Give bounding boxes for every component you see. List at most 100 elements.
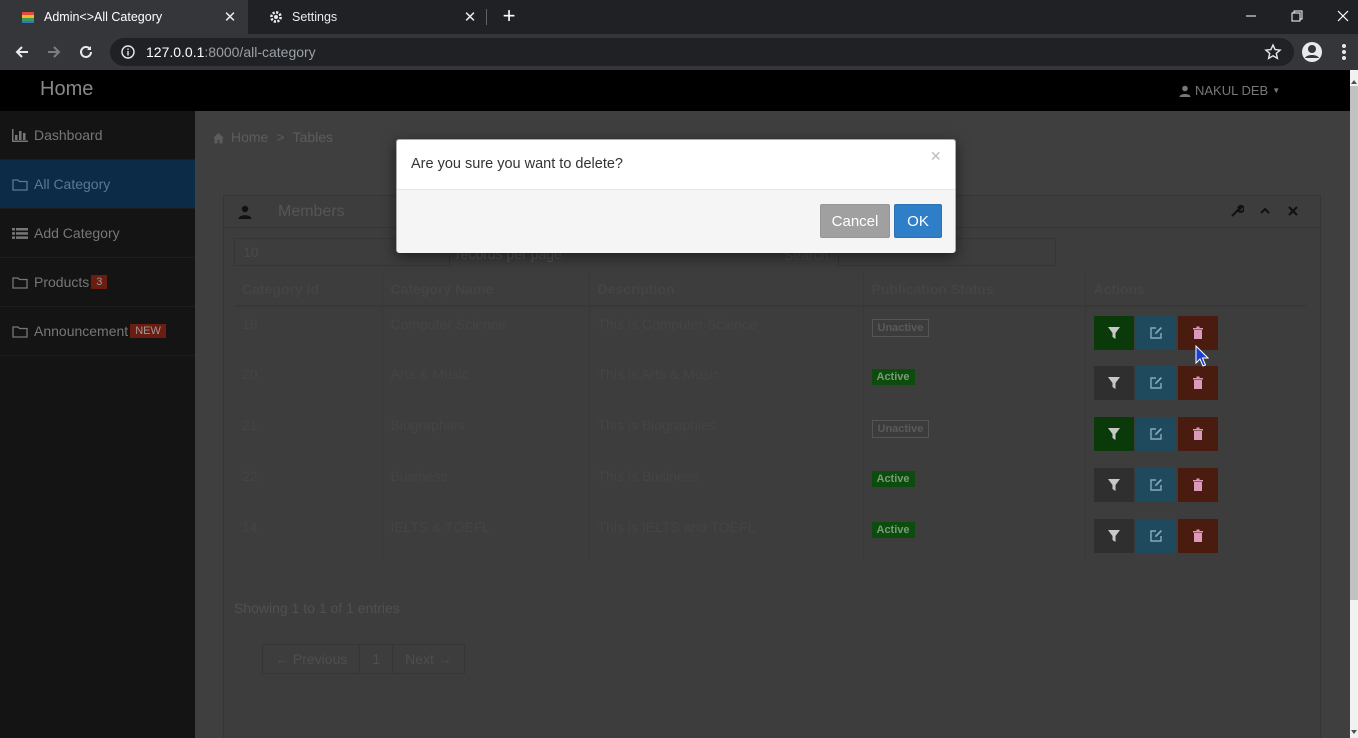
books-favicon-icon bbox=[20, 9, 36, 25]
sidebar: Dashboard All Category Add Category Prod… bbox=[0, 111, 195, 738]
scrollbar-thumb[interactable] bbox=[1350, 86, 1358, 600]
close-icon[interactable]: ✕ bbox=[462, 9, 478, 26]
edit-button[interactable] bbox=[1135, 519, 1176, 553]
back-arrow-icon[interactable] bbox=[10, 40, 34, 64]
category-id-cell: 14 bbox=[234, 510, 383, 561]
status-cell: Unactive bbox=[863, 306, 1086, 357]
sidebar-item-label: Add Category bbox=[34, 225, 120, 241]
toggle-status-button[interactable] bbox=[1093, 316, 1134, 350]
delete-button[interactable] bbox=[1177, 519, 1218, 553]
toggle-status-button[interactable] bbox=[1093, 366, 1134, 400]
status-cell: Active bbox=[863, 357, 1086, 408]
category-name-cell: Computer Science bbox=[382, 306, 590, 357]
tab-divider bbox=[486, 9, 487, 25]
pagination: ← Previous 1 Next → bbox=[262, 644, 465, 674]
breadcrumb-home-link[interactable]: Home bbox=[231, 129, 268, 145]
table-row: 22 Business This is Business Active bbox=[234, 459, 1306, 510]
toggle-status-button[interactable] bbox=[1093, 468, 1134, 502]
delete-button[interactable] bbox=[1177, 366, 1218, 400]
edit-button[interactable] bbox=[1135, 316, 1176, 350]
browser-toolbar: 127.0.0.1:8000/all-category bbox=[0, 34, 1358, 70]
minimize-icon[interactable] bbox=[1228, 0, 1274, 32]
count-badge: 3 bbox=[91, 275, 108, 289]
description-cell: This is Biographies bbox=[589, 408, 864, 459]
bookmark-star-icon[interactable] bbox=[1264, 43, 1282, 61]
previous-page-button[interactable]: ← Previous bbox=[263, 645, 361, 673]
scroll-up-arrow-icon[interactable] bbox=[1350, 74, 1358, 84]
caret-down-icon: ▼ bbox=[1272, 86, 1281, 95]
scroll-down-arrow-icon[interactable] bbox=[1350, 724, 1358, 734]
user-name: NAKUL DEB bbox=[1195, 83, 1269, 98]
sidebar-item-label: Products bbox=[34, 274, 90, 290]
kebab-menu-icon[interactable] bbox=[1334, 40, 1354, 64]
info-icon[interactable] bbox=[120, 44, 136, 60]
category-name-cell: Business bbox=[382, 459, 590, 510]
tab-settings[interactable]: Settings ✕ bbox=[248, 0, 488, 34]
sidebar-item-announcement[interactable]: Announcement NEW bbox=[0, 307, 195, 356]
description-cell: This is Arts & Music bbox=[589, 357, 864, 408]
column-header[interactable]: Publication Status bbox=[863, 272, 1086, 307]
wrench-icon[interactable] bbox=[1230, 204, 1246, 220]
close-icon[interactable]: ✕ bbox=[222, 9, 238, 26]
category-name-cell: Biographies bbox=[382, 408, 590, 459]
category-id-cell: 19 bbox=[234, 306, 383, 357]
category-id-cell: 20 bbox=[234, 357, 383, 408]
gear-icon bbox=[268, 9, 284, 25]
column-header[interactable]: Actions bbox=[1085, 272, 1306, 307]
sidebar-item-dashboard[interactable]: Dashboard bbox=[0, 111, 195, 160]
sidebar-item-label: Announcement bbox=[34, 323, 129, 339]
profile-avatar-icon[interactable] bbox=[1300, 40, 1324, 64]
user-icon bbox=[1179, 85, 1191, 97]
sidebar-item-add-category[interactable]: Add Category bbox=[0, 209, 195, 258]
breadcrumb-current: Tables bbox=[292, 129, 334, 145]
folder-icon bbox=[12, 275, 30, 289]
edit-button[interactable] bbox=[1135, 366, 1176, 400]
delete-button[interactable] bbox=[1177, 417, 1218, 451]
status-cell: Active bbox=[863, 459, 1086, 510]
forward-arrow-icon[interactable] bbox=[42, 40, 66, 64]
dialog-close-icon[interactable]: × bbox=[930, 146, 941, 167]
toggle-status-button[interactable] bbox=[1093, 519, 1134, 553]
toggle-status-button[interactable] bbox=[1093, 417, 1134, 451]
column-header[interactable]: Category Id bbox=[234, 272, 383, 307]
brand-home-link[interactable]: Home bbox=[40, 78, 93, 101]
status-badge: Unactive bbox=[871, 319, 930, 337]
column-header[interactable]: Category Name bbox=[382, 272, 590, 307]
chevron-up-icon[interactable] bbox=[1258, 204, 1274, 220]
column-header[interactable]: Description bbox=[589, 272, 864, 307]
box-title: Members bbox=[278, 203, 345, 220]
close-icon[interactable] bbox=[1286, 204, 1302, 220]
category-name-cell: Arts & Music bbox=[382, 357, 590, 408]
status-cell: Active bbox=[863, 510, 1086, 561]
ok-button[interactable]: OK bbox=[894, 204, 942, 238]
new-tab-plus-icon[interactable]: + bbox=[497, 5, 521, 29]
bar-chart-icon bbox=[12, 128, 30, 142]
edit-button[interactable] bbox=[1135, 468, 1176, 502]
user-menu[interactable]: NAKUL DEB ▼ bbox=[1179, 83, 1280, 98]
table-row: 19 Computer Science This is Computer Scien… bbox=[234, 306, 1306, 357]
window-close-icon[interactable] bbox=[1320, 0, 1358, 32]
folder-icon bbox=[12, 177, 30, 191]
tab-admin-all-category[interactable]: Admin<>All Category ✕ bbox=[0, 0, 248, 34]
page-number-button[interactable]: 1 bbox=[360, 645, 394, 673]
next-page-button[interactable]: Next → bbox=[393, 645, 464, 673]
sidebar-item-products[interactable]: Products 3 bbox=[0, 258, 195, 307]
sidebar-item-all-category[interactable]: All Category bbox=[0, 160, 195, 209]
edit-button[interactable] bbox=[1135, 417, 1176, 451]
breadcrumb-separator: > bbox=[276, 129, 285, 145]
address-bar[interactable]: 127.0.0.1:8000/all-category bbox=[110, 38, 1294, 66]
delete-button[interactable] bbox=[1177, 468, 1218, 502]
category-id-cell: 21 bbox=[234, 408, 383, 459]
cancel-button[interactable]: Cancel bbox=[820, 204, 890, 238]
actions-cell bbox=[1085, 459, 1306, 510]
status-badge: Unactive bbox=[871, 420, 930, 438]
description-cell: This is IELTS and TOEFL bbox=[589, 510, 864, 561]
new-badge: NEW bbox=[130, 324, 166, 338]
sidebar-item-label: Dashboard bbox=[34, 127, 103, 143]
restore-icon[interactable] bbox=[1274, 0, 1320, 32]
status-badge: Active bbox=[871, 369, 915, 385]
status-badge: Active bbox=[871, 471, 915, 487]
reload-icon[interactable] bbox=[74, 40, 98, 64]
dialog-footer: Cancel OK bbox=[397, 190, 955, 253]
table-row: 20 Arts & Music This is Arts & Music Active bbox=[234, 357, 1306, 408]
